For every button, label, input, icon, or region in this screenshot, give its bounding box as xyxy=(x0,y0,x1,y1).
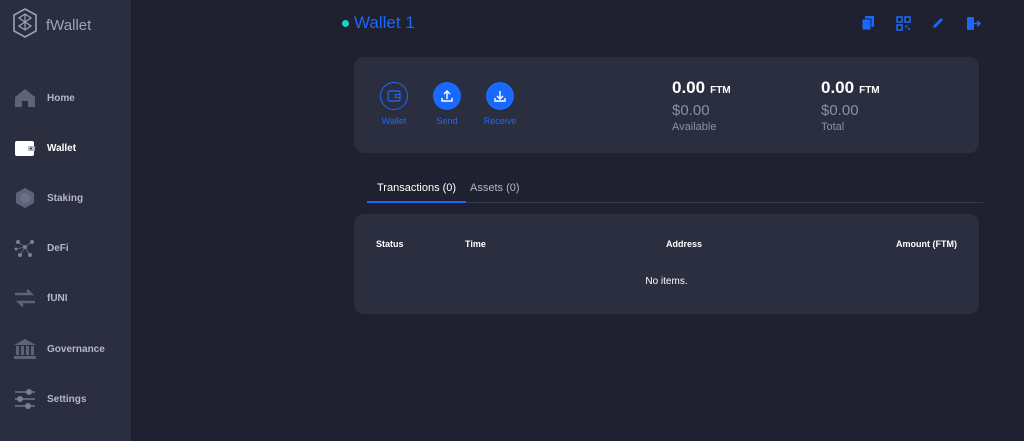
sidebar-item-label: Staking xyxy=(47,192,84,204)
sidebar-item-label: Home xyxy=(47,92,75,104)
column-header-amount[interactable]: Amount (FTM) xyxy=(896,239,957,249)
tab-label: Assets xyxy=(470,182,504,194)
logout-icon[interactable] xyxy=(963,14,983,32)
sidebar-item-funi[interactable]: fUNI xyxy=(0,280,131,316)
staking-icon xyxy=(13,186,37,210)
transactions-table: Status Time Address Amount (FTM) No item… xyxy=(354,214,979,314)
total-caption: Total xyxy=(821,121,845,133)
page-title: Wallet 1 xyxy=(342,13,415,33)
empty-state-text: No items. xyxy=(645,276,688,287)
total-amount: 0.00 xyxy=(821,78,855,97)
sidebar-item-settings[interactable]: Settings xyxy=(0,381,131,417)
header-actions xyxy=(858,14,998,32)
app-logo[interactable]: fWallet xyxy=(12,8,91,43)
status-dot xyxy=(342,19,349,27)
send-button[interactable]: Send xyxy=(417,82,477,126)
receive-button[interactable]: Receive xyxy=(470,82,530,126)
sidebar-item-wallet[interactable]: Wallet xyxy=(0,130,131,166)
wallet-icon xyxy=(13,136,37,160)
sidebar-item-label: DeFi xyxy=(47,242,69,254)
swap-icon xyxy=(13,286,37,310)
balance-card: Wallet Send Receive 0.00 FTM $0.00 Avail… xyxy=(354,57,979,153)
receive-button-label: Receive xyxy=(483,116,517,126)
available-unit: FTM xyxy=(710,85,731,96)
sidebar-item-governance[interactable]: Governance xyxy=(0,331,131,367)
home-icon xyxy=(13,86,37,110)
tab-count: (0) xyxy=(442,182,457,194)
tab-transactions[interactable]: Transactions (0) xyxy=(367,182,467,203)
send-button-label: Send xyxy=(436,116,458,126)
tab-bar: Transactions (0) Assets (0) xyxy=(367,180,983,203)
qr-code-icon[interactable] xyxy=(893,14,913,32)
tab-label: Transactions xyxy=(377,182,440,194)
edit-icon[interactable] xyxy=(928,14,948,32)
sidebar-item-defi[interactable]: DeFi xyxy=(0,230,131,266)
upload-icon xyxy=(433,82,461,110)
sidebar-item-label: fUNI xyxy=(47,292,68,304)
wallet-icon xyxy=(380,82,408,110)
sidebar: fWallet Home Wallet Staking DeFi fUNI Go… xyxy=(0,0,131,441)
available-amount: 0.00 xyxy=(672,78,706,97)
bank-icon xyxy=(13,337,37,361)
wallet-button-label: Wallet xyxy=(381,116,407,126)
sidebar-item-label: Settings xyxy=(47,393,87,405)
wallet-title-text: Wallet 1 xyxy=(354,13,415,32)
download-icon xyxy=(486,82,514,110)
column-header-time[interactable]: Time xyxy=(465,239,486,249)
fantom-logo-icon xyxy=(12,8,38,43)
sliders-icon xyxy=(13,387,37,411)
sidebar-item-label: Wallet xyxy=(47,142,77,154)
total-usd: $0.00 xyxy=(821,102,859,119)
copy-icon[interactable] xyxy=(858,14,878,32)
sidebar-item-staking[interactable]: Staking xyxy=(0,180,131,216)
available-balance: 0.00 FTM $0.00 Available xyxy=(672,78,731,133)
app-name: fWallet xyxy=(46,17,92,34)
tab-count: (0) xyxy=(506,182,520,194)
available-usd: $0.00 xyxy=(672,102,710,119)
total-balance: 0.00 FTM $0.00 Total xyxy=(821,78,880,133)
column-header-address[interactable]: Address xyxy=(666,239,702,249)
tab-assets[interactable]: Assets (0) xyxy=(470,182,520,203)
sidebar-item-home[interactable]: Home xyxy=(0,80,131,116)
wallet-button[interactable]: Wallet xyxy=(364,82,424,126)
defi-icon xyxy=(13,236,37,260)
total-unit: FTM xyxy=(859,85,880,96)
sidebar-item-label: Governance xyxy=(47,343,105,355)
available-caption: Available xyxy=(672,121,717,133)
column-header-status[interactable]: Status xyxy=(376,239,404,249)
